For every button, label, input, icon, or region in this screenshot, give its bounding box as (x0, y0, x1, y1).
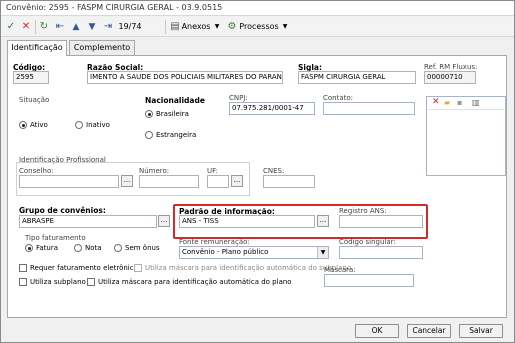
dialog-window: Convênio: 2595 - FASPM CIRURGIA GERAL - … (0, 0, 515, 343)
fatura-label: Fatura (36, 244, 59, 252)
save-icon[interactable]: ▪ (457, 98, 462, 107)
ativo-label: Ativo (30, 121, 48, 129)
inativo-label: Inativo (86, 121, 110, 129)
fonte-select[interactable]: Convênio - Plano público ▼ (179, 246, 329, 259)
grupo-browse-button[interactable]: ... (158, 215, 170, 227)
toolbar-separator (35, 20, 36, 34)
cancel-button[interactable]: Cancelar (407, 324, 451, 338)
brasileira-label: Brasileira (156, 110, 189, 118)
anexos-menu[interactable]: Anexos (182, 20, 211, 34)
nacionalidade-label: Nacionalidade (145, 96, 205, 105)
mascara-plano-label: Utiliza máscara para identificação autom… (98, 278, 292, 286)
mascara-subplano-checkbox[interactable] (134, 264, 142, 272)
save-button[interactable]: Salvar (459, 324, 503, 338)
identification-panel: Código: 2595 Razão Social: IMENTO A SAUD… (7, 55, 507, 318)
window-title: Convênio: 2595 - FASPM CIRURGIA GERAL - … (6, 3, 223, 12)
grupo-label: Grupo de convênios: (19, 206, 106, 215)
contact-list[interactable]: ✕ ▰ ▪ ▥ (426, 96, 506, 176)
grupo-field[interactable]: ABRASPE (19, 215, 157, 228)
ref-rm-label: Ref. RM Fluxus: (424, 63, 478, 71)
previous-record-icon[interactable]: ▲ (70, 20, 82, 34)
utiliza-subplano-label: Utiliza subplano (30, 278, 86, 286)
estrangeira-radio[interactable] (145, 131, 153, 139)
contato-field[interactable] (323, 102, 415, 115)
chevron-down-icon[interactable]: ▼ (281, 20, 289, 34)
uf-label: UF: (207, 167, 218, 175)
codigo-field[interactable]: 2595 (13, 71, 49, 84)
print-icon[interactable]: ▥ (472, 98, 480, 107)
conselho-browse-button[interactable]: ... (121, 175, 133, 187)
checkmark-icon[interactable]: ✓ (5, 20, 17, 34)
folder-icon[interactable]: ▰ (444, 98, 450, 107)
toolbar: ✓ ✕ ↻ ⇤ ▲ ▼ ⇥ 19/74 ▤ Anexos ▼ ⚙ Process… (1, 17, 514, 37)
conselho-label: Conselho: (19, 167, 54, 175)
registro-ans-field[interactable] (339, 215, 423, 228)
cnes-label: CNES: (263, 167, 285, 175)
nota-radio[interactable] (74, 244, 82, 252)
ok-button[interactable]: OK (355, 324, 399, 338)
fonte-select-value: Convênio - Plano público (182, 248, 269, 256)
mascara-label: Máscara: (324, 266, 356, 274)
mascara-field[interactable] (324, 274, 414, 287)
first-record-icon[interactable]: ⇤ (54, 20, 66, 34)
sem-onus-radio[interactable] (114, 244, 122, 252)
fonte-label: Fonte remuneração: (179, 238, 250, 246)
record-counter: 19/74 (118, 22, 142, 31)
gear-icon[interactable]: ⚙ (227, 20, 237, 34)
chevron-down-icon[interactable]: ▼ (213, 20, 221, 34)
estrangeira-label: Estrangeira (156, 131, 197, 139)
title-bar: Convênio: 2595 - FASPM CIRURGIA GERAL - … (1, 1, 514, 16)
tab-identificacao[interactable]: Identificação (7, 40, 67, 56)
tipo-faturamento-label: Tipo faturamento (25, 234, 86, 242)
sem-onus-label: Sem ônus (125, 244, 160, 252)
cnpj-label: CNPJ: (229, 94, 248, 102)
attachment-icon[interactable]: ▤ (170, 20, 180, 34)
toolbar-separator (165, 20, 166, 34)
processos-menu[interactable]: Processos (239, 20, 279, 34)
contato-label: Contato: (323, 94, 354, 102)
close-icon[interactable]: ✕ (20, 20, 32, 34)
registro-ans-label: Registro ANS: (339, 207, 387, 215)
mascara-plano-checkbox[interactable] (87, 278, 95, 286)
delete-icon[interactable]: ✕ (432, 97, 440, 107)
uf-field[interactable] (207, 175, 229, 188)
refresh-icon[interactable]: ↻ (38, 20, 50, 34)
codigo-singular-field[interactable] (339, 246, 423, 259)
ativo-radio[interactable] (19, 121, 27, 129)
inativo-radio[interactable] (75, 121, 83, 129)
numero-label: Número: (139, 167, 170, 175)
conselho-field[interactable] (19, 175, 119, 188)
ref-rm-field[interactable]: 00000710 (424, 71, 476, 84)
tab-complemento[interactable]: Complemento (69, 40, 135, 55)
razao-social-field[interactable]: IMENTO A SAUDE DOS POLICIAIS MILITARES D… (87, 71, 283, 84)
list-toolbar: ✕ ▰ ▪ ▥ (428, 97, 504, 110)
last-record-icon[interactable]: ⇥ (102, 20, 114, 34)
cnes-field[interactable] (263, 175, 315, 188)
padrao-browse-button[interactable]: ... (317, 215, 329, 227)
next-record-icon[interactable]: ▼ (86, 20, 98, 34)
uf-browse-button[interactable]: ... (231, 175, 243, 187)
cnpj-field[interactable]: 07.975.281/0001-47 (229, 102, 315, 115)
fatura-radio[interactable] (25, 244, 33, 252)
numero-field[interactable] (139, 175, 199, 188)
requer-eletronico-label: Requer faturamento eletrônico (30, 264, 138, 272)
brasileira-radio[interactable] (145, 110, 153, 118)
requer-eletronico-checkbox[interactable] (19, 264, 27, 272)
codigo-singular-label: Código singular: (339, 238, 396, 246)
padrao-field[interactable]: ANS - TISS (179, 215, 315, 228)
nota-label: Nota (85, 244, 102, 252)
chevron-down-icon[interactable]: ▼ (317, 247, 328, 258)
mascara-subplano-label: Utiliza máscara para identificação autom… (145, 264, 352, 272)
utiliza-subplano-checkbox[interactable] (19, 278, 27, 286)
sigla-field[interactable]: FASPM CIRURGIA GERAL (298, 71, 416, 84)
